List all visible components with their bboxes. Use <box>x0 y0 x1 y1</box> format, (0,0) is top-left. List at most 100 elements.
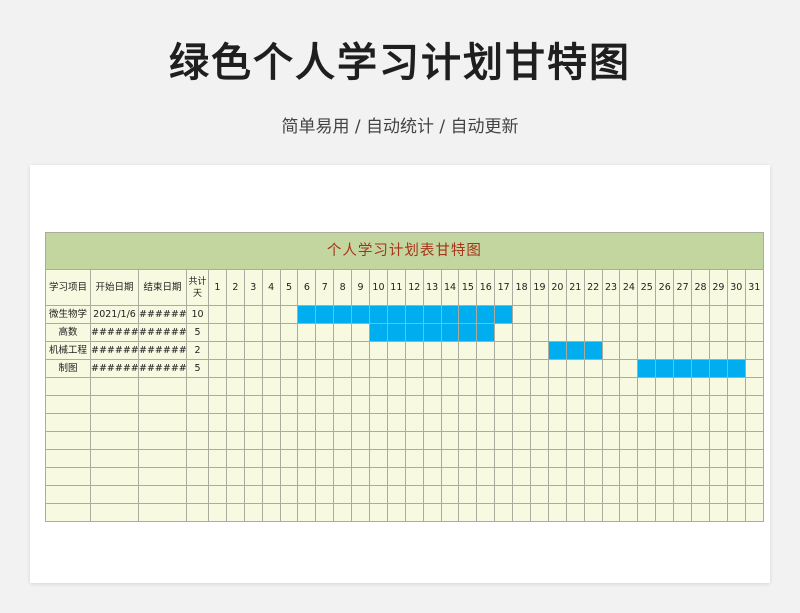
day-cell[interactable] <box>208 305 227 324</box>
empty-cell[interactable] <box>45 431 91 450</box>
empty-cell[interactable] <box>333 395 353 414</box>
day-cell[interactable] <box>547 323 567 342</box>
empty-cell[interactable] <box>726 395 746 414</box>
empty-cell[interactable] <box>530 503 549 522</box>
empty-cell[interactable] <box>386 413 406 432</box>
empty-cell[interactable] <box>315 431 335 450</box>
day-cell[interactable] <box>619 305 639 324</box>
day-cell[interactable] <box>565 323 585 342</box>
empty-cell[interactable] <box>333 467 353 486</box>
day-header-7[interactable]: 7 <box>315 269 335 306</box>
day-cell[interactable] <box>333 359 353 378</box>
gantt-bar-cell[interactable] <box>440 323 460 342</box>
empty-cell[interactable] <box>565 395 585 414</box>
empty-cell[interactable] <box>279 485 299 504</box>
empty-cell[interactable] <box>547 503 567 522</box>
empty-cell[interactable] <box>637 485 657 504</box>
day-cell[interactable] <box>333 323 353 342</box>
empty-cell[interactable] <box>619 485 639 504</box>
empty-cell[interactable] <box>225 449 245 468</box>
day-header-6[interactable]: 6 <box>297 269 317 306</box>
day-header-17[interactable]: 17 <box>494 269 514 306</box>
day-cell[interactable] <box>458 341 478 360</box>
day-cell[interactable] <box>691 341 710 360</box>
empty-cell[interactable] <box>691 485 710 504</box>
empty-cell[interactable] <box>458 503 478 522</box>
day-cell[interactable] <box>386 341 406 360</box>
empty-cell[interactable] <box>691 395 710 414</box>
empty-cell[interactable] <box>369 395 388 414</box>
day-header-23[interactable]: 23 <box>601 269 621 306</box>
gantt-bar-cell[interactable] <box>458 305 478 324</box>
empty-cell[interactable] <box>476 431 496 450</box>
day-header-24[interactable]: 24 <box>619 269 639 306</box>
day-cell[interactable] <box>512 305 532 324</box>
day-header-18[interactable]: 18 <box>512 269 532 306</box>
day-cell[interactable] <box>547 359 567 378</box>
empty-cell[interactable] <box>243 485 263 504</box>
empty-cell[interactable] <box>261 413 281 432</box>
day-cell[interactable] <box>440 359 460 378</box>
empty-cell[interactable] <box>726 377 746 396</box>
day-cell[interactable] <box>494 323 514 342</box>
day-header-13[interactable]: 13 <box>422 269 442 306</box>
empty-cell[interactable] <box>458 395 478 414</box>
empty-cell[interactable] <box>655 377 675 396</box>
empty-cell[interactable] <box>243 431 263 450</box>
day-cell[interactable] <box>315 341 335 360</box>
day-header-29[interactable]: 29 <box>708 269 728 306</box>
empty-cell[interactable] <box>673 467 693 486</box>
empty-cell[interactable] <box>726 503 746 522</box>
empty-cell[interactable] <box>547 467 567 486</box>
empty-cell[interactable] <box>404 413 424 432</box>
empty-cell[interactable] <box>476 449 496 468</box>
empty-cell[interactable] <box>708 431 728 450</box>
empty-cell[interactable] <box>386 485 406 504</box>
empty-cell[interactable] <box>333 413 353 432</box>
empty-cell[interactable] <box>565 413 585 432</box>
day-header-4[interactable]: 4 <box>261 269 281 306</box>
day-cell[interactable] <box>243 341 263 360</box>
day-cell[interactable] <box>333 341 353 360</box>
empty-cell[interactable] <box>369 503 388 522</box>
empty-cell[interactable] <box>512 503 532 522</box>
empty-cell[interactable] <box>261 377 281 396</box>
empty-cell[interactable] <box>708 377 728 396</box>
empty-cell[interactable] <box>351 503 371 522</box>
empty-cell[interactable] <box>744 377 764 396</box>
empty-cell[interactable] <box>583 449 603 468</box>
empty-cell[interactable] <box>673 503 693 522</box>
day-cell[interactable] <box>225 323 245 342</box>
cell-end-date[interactable]: ######## <box>138 341 187 360</box>
empty-cell[interactable] <box>512 395 532 414</box>
empty-cell[interactable] <box>386 503 406 522</box>
day-header-5[interactable]: 5 <box>279 269 299 306</box>
cell-item[interactable]: 机械工程 <box>45 341 91 360</box>
empty-cell[interactable] <box>225 395 245 414</box>
cell-start-date[interactable]: ######## <box>90 359 139 378</box>
empty-cell[interactable] <box>494 449 514 468</box>
empty-cell[interactable] <box>691 413 710 432</box>
empty-cell[interactable] <box>494 431 514 450</box>
day-cell[interactable] <box>261 323 281 342</box>
empty-cell[interactable] <box>673 431 693 450</box>
empty-cell[interactable] <box>708 413 728 432</box>
empty-cell[interactable] <box>138 467 187 486</box>
empty-cell[interactable] <box>691 377 710 396</box>
empty-cell[interactable] <box>673 395 693 414</box>
empty-cell[interactable] <box>90 395 139 414</box>
gantt-bar-cell[interactable] <box>386 323 406 342</box>
gantt-bar-cell[interactable] <box>458 323 478 342</box>
day-cell[interactable] <box>261 359 281 378</box>
empty-cell[interactable] <box>208 377 227 396</box>
day-cell[interactable] <box>279 305 299 324</box>
empty-cell[interactable] <box>440 503 460 522</box>
day-cell[interactable] <box>744 323 764 342</box>
day-cell[interactable] <box>369 359 388 378</box>
empty-cell[interactable] <box>512 431 532 450</box>
empty-cell[interactable] <box>547 449 567 468</box>
empty-cell[interactable] <box>440 485 460 504</box>
empty-cell[interactable] <box>655 449 675 468</box>
empty-cell[interactable] <box>583 485 603 504</box>
day-cell[interactable] <box>279 323 299 342</box>
